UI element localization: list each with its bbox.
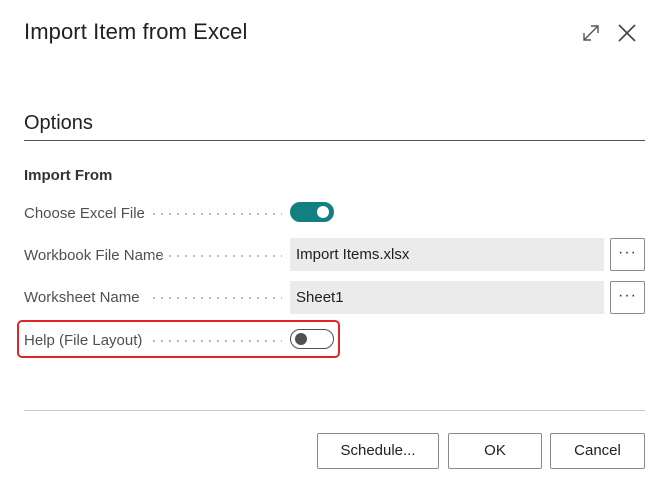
section-divider [24, 140, 645, 141]
worksheet-name-field[interactable]: Sheet1 [290, 281, 604, 314]
footer-divider [24, 410, 645, 411]
group-title-import-from: Import From [24, 167, 113, 184]
leader-dots [150, 340, 282, 342]
schedule-button[interactable]: Schedule... [317, 433, 439, 469]
help-file-layout-toggle[interactable] [290, 329, 334, 349]
choose-excel-file-label: Choose Excel File [24, 205, 145, 222]
worksheet-name-label: Worksheet Name [24, 289, 140, 306]
workbook-file-name-field[interactable]: Import Items.xlsx [290, 238, 604, 271]
toggle-knob [317, 206, 329, 218]
expand-icon[interactable] [580, 22, 602, 44]
workbook-file-name-lookup-button[interactable]: ··· [610, 238, 645, 271]
leader-dots [150, 297, 282, 299]
toggle-knob [295, 333, 307, 345]
choose-excel-file-toggle[interactable] [290, 202, 334, 222]
section-title-options: Options [24, 112, 93, 134]
leader-dots [150, 255, 282, 257]
cancel-button[interactable]: Cancel [550, 433, 645, 469]
help-file-layout-label: Help (File Layout) [24, 332, 143, 349]
close-icon[interactable] [616, 22, 638, 44]
leader-dots [150, 213, 282, 215]
worksheet-name-lookup-button[interactable]: ··· [610, 281, 645, 314]
ellipsis-icon: ··· [618, 244, 637, 261]
dialog-title: Import Item from Excel [24, 19, 248, 44]
workbook-file-name-label: Workbook File Name [24, 247, 164, 264]
ok-button[interactable]: OK [448, 433, 542, 469]
ellipsis-icon: ··· [618, 287, 637, 304]
